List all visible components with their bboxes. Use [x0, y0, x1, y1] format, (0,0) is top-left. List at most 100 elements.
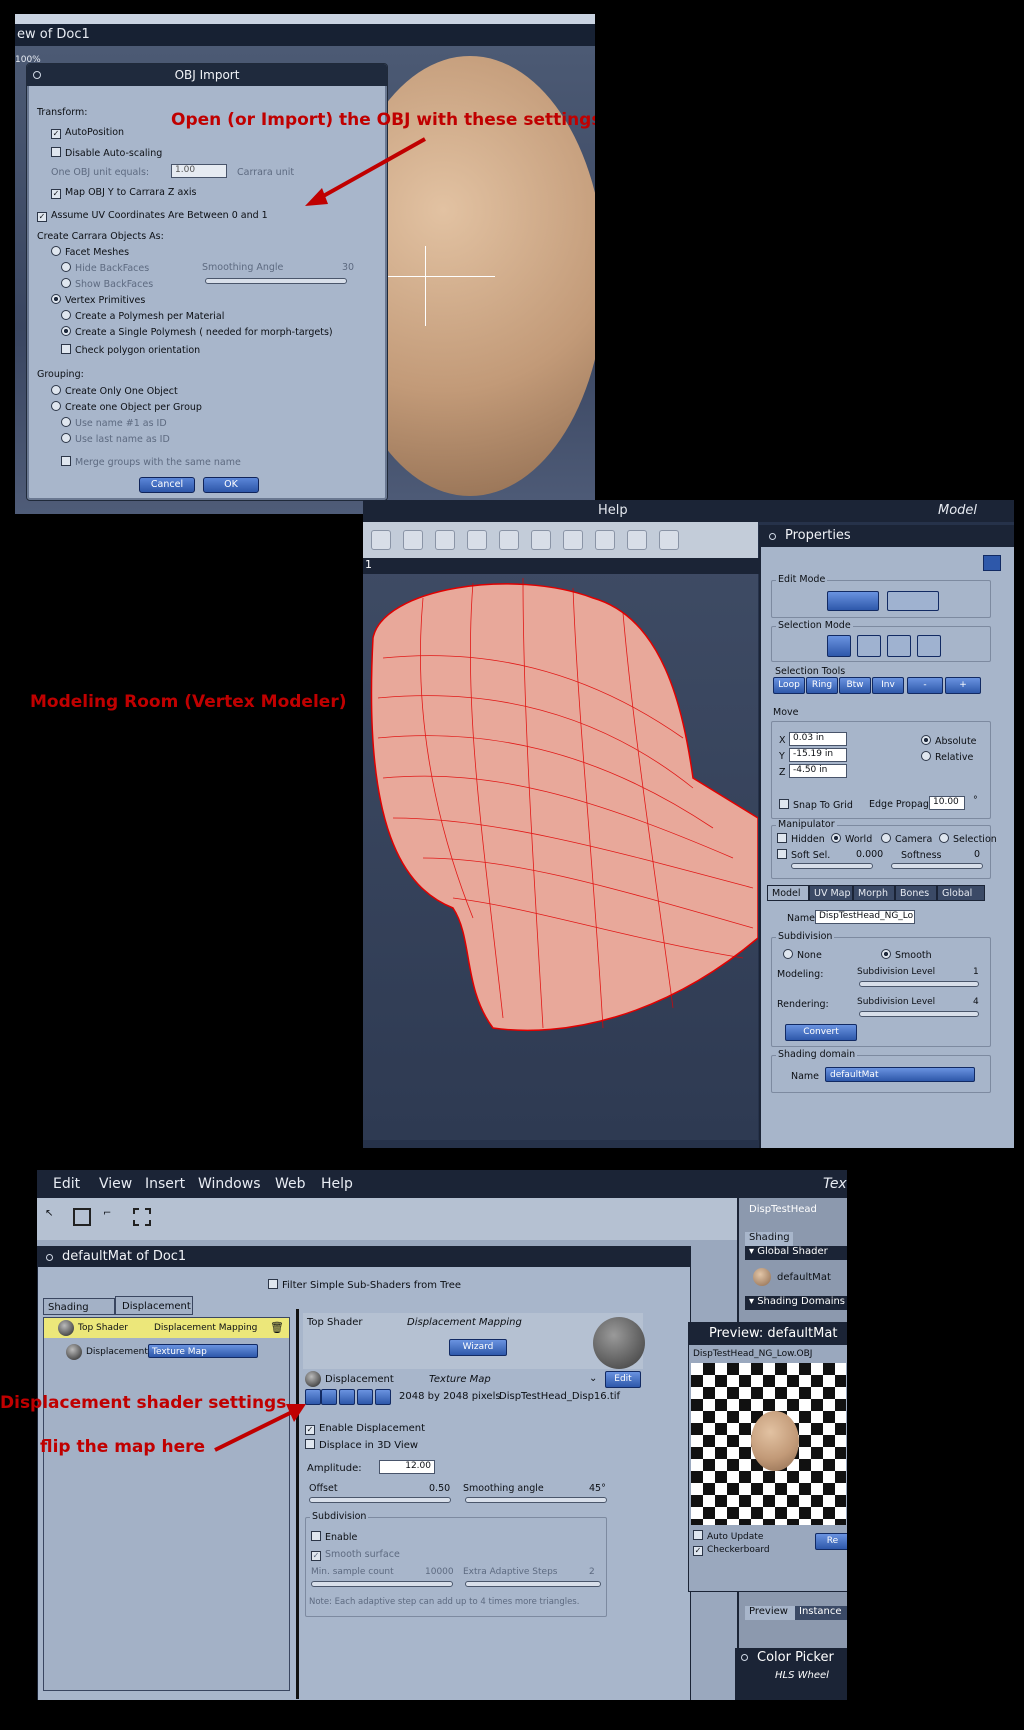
default-mat-item[interactable]: defaultMat — [777, 1272, 831, 1283]
menu-view[interactable]: View — [99, 1176, 132, 1192]
tab-displacement[interactable]: Displacement — [115, 1296, 193, 1315]
corner-tool-icon[interactable]: ⌐ — [103, 1208, 121, 1226]
tab-global[interactable]: Global — [937, 885, 985, 901]
flip-horizontal-icon[interactable] — [339, 1389, 355, 1405]
auto-update-checkbox[interactable]: Auto Update — [693, 1530, 763, 1542]
x-input[interactable]: 0.03 in — [789, 732, 847, 746]
tab-shading-right[interactable]: Shading — [745, 1232, 793, 1246]
grow-button[interactable]: + — [945, 677, 981, 694]
edit-mode-vertex-icon[interactable] — [827, 591, 879, 611]
hide-backfaces-radio[interactable]: Hide BackFaces — [61, 262, 149, 274]
unit-input[interactable]: 1.00 — [171, 164, 227, 178]
ring-button[interactable]: Ring — [806, 677, 838, 694]
material-window-title-bar[interactable]: defaultMat of Doc1 — [38, 1247, 690, 1267]
menu-edit[interactable]: Edit — [53, 1176, 80, 1192]
loop-button[interactable]: Loop — [773, 677, 805, 694]
smoothing-angle-slider[interactable] — [205, 278, 347, 284]
expand-panel-icon[interactable] — [983, 555, 1001, 571]
tab-preview[interactable]: Preview — [745, 1606, 797, 1620]
enable-displacement-checkbox[interactable]: ✓ Enable Displacement — [305, 1423, 425, 1435]
arrow-tool-icon[interactable]: ↖ — [45, 1208, 63, 1226]
object-name-input[interactable]: DispTestHead_NG_Lo — [815, 910, 915, 924]
close-icon[interactable] — [33, 71, 41, 79]
select-polygon-icon[interactable] — [827, 635, 851, 657]
soft-sel-slider[interactable] — [791, 863, 873, 869]
edge-propag-input[interactable]: 10.00 — [929, 796, 965, 810]
tab-shading[interactable]: Shading — [43, 1298, 115, 1315]
rotate-icon[interactable] — [357, 1389, 373, 1405]
soft-sel-checkbox[interactable]: Soft Sel. — [777, 849, 830, 861]
wireframe-head-model[interactable] — [363, 558, 759, 1138]
vertex-primitives-radio[interactable]: Vertex Primitives — [51, 294, 145, 306]
btw-button[interactable]: Btw — [839, 677, 871, 694]
snap-to-grid-checkbox[interactable]: Snap To Grid — [779, 799, 853, 811]
inv-button[interactable]: Inv — [872, 677, 904, 694]
timeline-strip[interactable] — [15, 14, 595, 24]
amplitude-input[interactable]: 12.00 — [379, 1460, 435, 1474]
menu-help[interactable]: Help — [598, 503, 628, 518]
shrink-button[interactable]: - — [907, 677, 943, 694]
properties-title-bar[interactable]: Properties — [761, 525, 1014, 547]
use-last-name-radio[interactable]: Use last name as ID — [61, 433, 170, 445]
edit-button[interactable]: Edit — [605, 1371, 641, 1388]
only-one-object-radio[interactable]: Create Only One Object — [51, 385, 178, 397]
menu-insert[interactable]: Insert — [145, 1176, 185, 1192]
menu-windows[interactable]: Windows — [198, 1176, 261, 1192]
map-axis-checkbox[interactable]: ✓ Map OBJ Y to Carrara Z axis — [51, 187, 197, 199]
modeling-subdiv-slider[interactable] — [859, 981, 979, 987]
menu-web[interactable]: Web — [275, 1176, 306, 1192]
displace-3d-checkbox[interactable]: Displace in 3D View — [305, 1439, 418, 1451]
select-edge-icon[interactable] — [887, 635, 911, 657]
hand-tool-icon[interactable] — [403, 530, 423, 550]
preview-title[interactable]: Preview: defaultMat — [689, 1323, 847, 1345]
crop-tool-icon[interactable] — [133, 1208, 151, 1226]
cancel-button[interactable]: Cancel — [139, 477, 195, 493]
global-shader-header[interactable]: ▾ Global Shader — [745, 1246, 847, 1260]
3d-viewport[interactable] — [363, 558, 759, 1140]
filter-subshaders-checkbox[interactable]: Filter Simple Sub-Shaders from Tree — [268, 1279, 461, 1291]
rect-select-icon[interactable] — [73, 1208, 91, 1226]
relative-radio[interactable]: Relative — [921, 751, 973, 763]
select-face-icon[interactable] — [917, 635, 941, 657]
single-polymesh-radio[interactable]: Create a Single Polymesh ( needed for mo… — [61, 326, 333, 338]
dialog-title-bar[interactable]: OBJ Import — [27, 64, 387, 86]
hls-wheel-label[interactable]: HLS Wheel — [775, 1670, 829, 1681]
subdiv-none-radio[interactable]: None — [783, 949, 822, 961]
subdiv-enable-checkbox[interactable]: Enable — [311, 1531, 357, 1543]
disable-auto-scaling-checkbox[interactable]: Disable Auto-scaling — [51, 147, 162, 159]
trash-icon[interactable]: 🗑 — [270, 1321, 284, 1334]
menu-help[interactable]: Help — [321, 1176, 353, 1192]
subdiv-smooth-radio[interactable]: Smooth — [881, 949, 932, 961]
tab-model[interactable]: Model — [767, 885, 809, 901]
use-name-first-radio[interactable]: Use name #1 as ID — [61, 417, 167, 429]
tab-morph[interactable]: Morph — [853, 885, 895, 901]
upload-arrow-icon[interactable] — [375, 1389, 391, 1405]
auto-position-checkbox[interactable]: ✓ AutoPosition — [51, 127, 124, 139]
smooth-surface-checkbox[interactable]: ✓ Smooth surface — [311, 1549, 400, 1561]
flip-vertical-icon[interactable] — [321, 1389, 337, 1405]
smoothing-angle-slider[interactable] — [465, 1497, 607, 1503]
facet-meshes-radio[interactable]: Facet Meshes — [51, 246, 129, 258]
figure-tool-icon[interactable] — [659, 530, 679, 550]
close-icon[interactable] — [46, 1254, 53, 1261]
z-input[interactable]: -4.50 in — [789, 764, 847, 778]
selection-radio[interactable]: Selection — [939, 833, 997, 845]
hammer-tool-icon[interactable] — [371, 530, 391, 550]
min-sample-slider[interactable] — [311, 1581, 453, 1587]
extra-steps-slider[interactable] — [465, 1581, 601, 1587]
chevron-down-icon[interactable]: ⌄ — [589, 1373, 597, 1384]
close-icon[interactable] — [741, 1654, 748, 1661]
select-vertex-icon[interactable] — [857, 635, 881, 657]
polymesh-per-material-radio[interactable]: Create a Polymesh per Material — [61, 310, 224, 322]
edit-mode-sculpt-icon[interactable] — [887, 591, 939, 611]
one-per-group-radio[interactable]: Create one Object per Group — [51, 401, 202, 413]
convert-button[interactable]: Convert — [785, 1024, 857, 1041]
shading-domain-dropdown[interactable]: defaultMat — [825, 1067, 975, 1082]
pen-tool-icon[interactable] — [595, 530, 615, 550]
tree-displacement-type-dropdown[interactable]: Texture Map — [148, 1344, 258, 1358]
grid-tool-icon[interactable] — [627, 530, 647, 550]
world-radio[interactable]: World — [831, 833, 872, 845]
merge-groups-checkbox[interactable]: Merge groups with the same name — [61, 456, 241, 468]
checkerboard-checkbox[interactable]: ✓ Checkerboard — [693, 1545, 770, 1556]
tab-bones[interactable]: Bones — [895, 885, 937, 901]
